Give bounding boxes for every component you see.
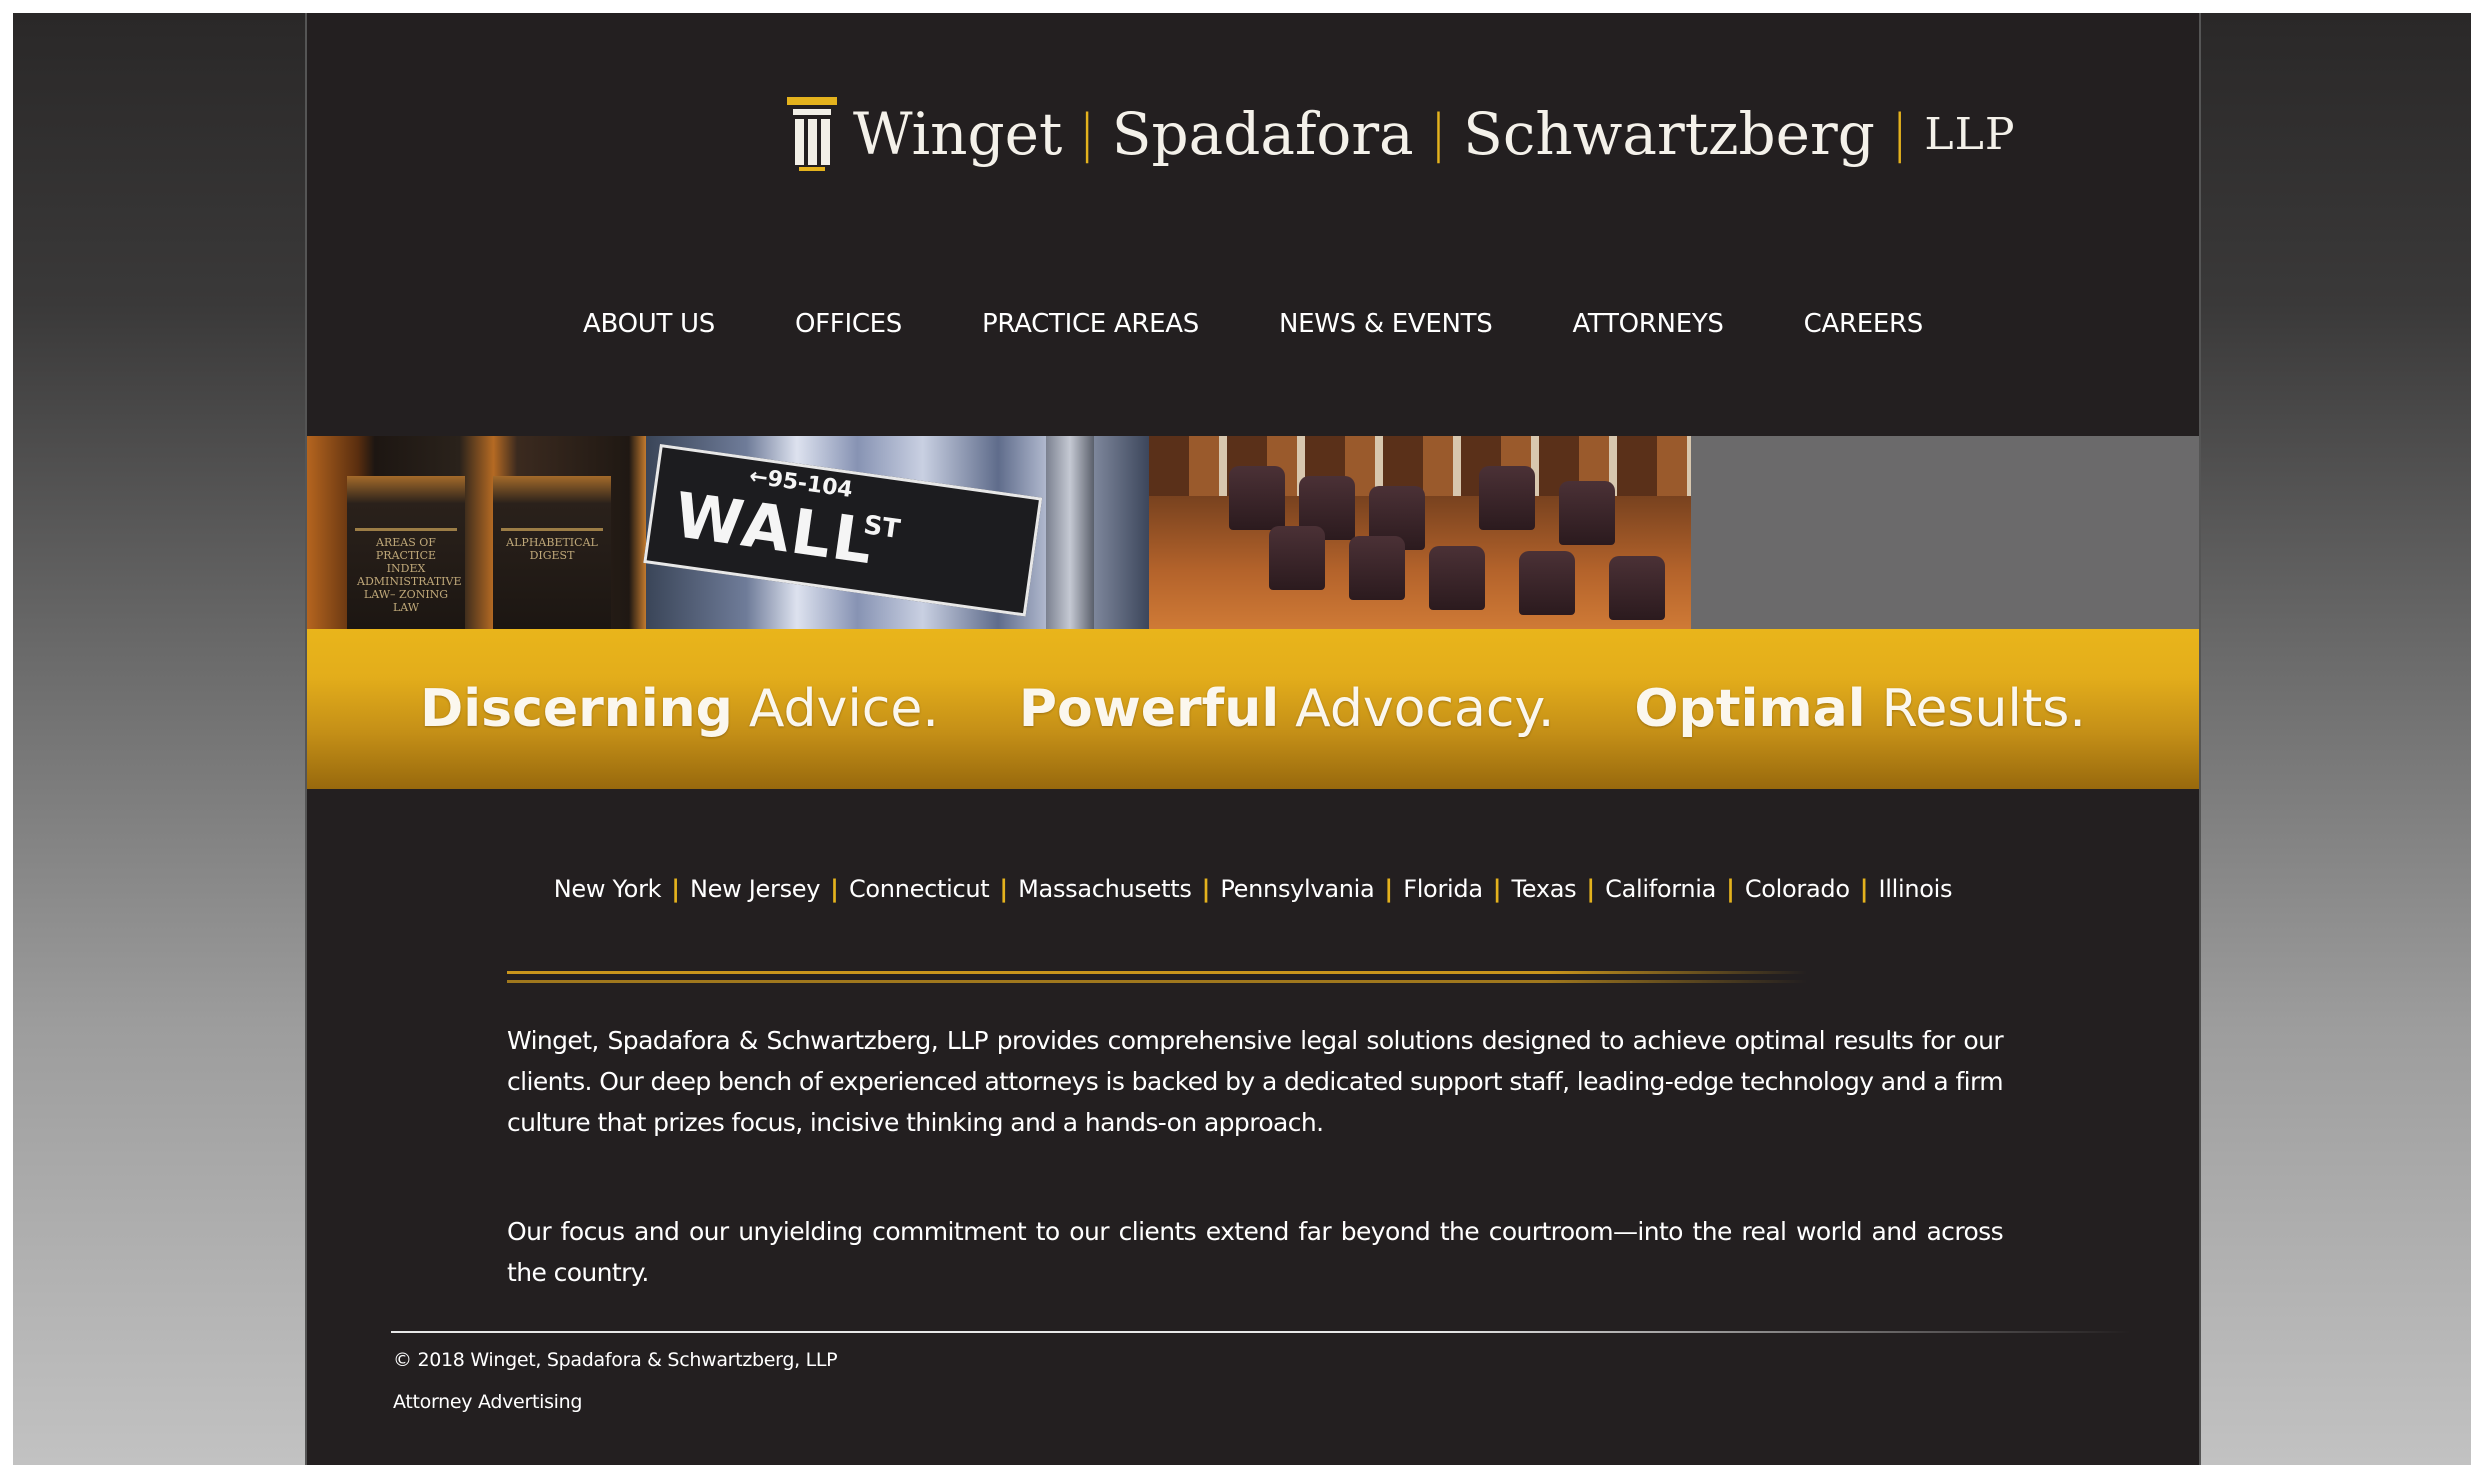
nav-about-us[interactable]: ABOUT US	[583, 309, 715, 339]
tagline-bar: Discerning Advice. Powerful Advocacy. Opti…	[307, 629, 2199, 789]
state-separator: |	[1201, 875, 1211, 903]
firm-logo[interactable]: Winget | Spadafora | Schwartzberg | LLP	[787, 89, 2015, 179]
state-separator: |	[671, 875, 680, 903]
chair	[1269, 526, 1325, 590]
chair	[1229, 466, 1285, 530]
tagline-advocacy: Powerful Advocacy.	[1019, 679, 1554, 739]
logo-name-schwartzberg: Schwartzberg	[1463, 100, 1875, 168]
logo-separator: |	[1890, 104, 1909, 164]
office-states-list: New York | New Jersey | Connecticut | Ma…	[307, 875, 2199, 903]
chair	[1609, 556, 1665, 620]
nav-attorneys[interactable]: ATTORNEYS	[1572, 309, 1723, 339]
hero-banner: AREAS OF PRACTICE INDEX ADMINISTRATIVE L…	[307, 436, 2199, 629]
state-california[interactable]: California	[1605, 875, 1716, 903]
logo-name-spadafora: Spadafora	[1111, 100, 1414, 168]
state-separator: |	[999, 875, 1009, 903]
page-container: Winget | Spadafora | Schwartzberg | LLP …	[305, 13, 2201, 1465]
intro-paragraph: Winget, Spadafora & Schwartzberg, LLP pr…	[507, 1026, 2004, 1137]
state-connecticut[interactable]: Connecticut	[849, 875, 990, 903]
nav-careers[interactable]: CAREERS	[1804, 309, 1924, 339]
tagline-advice-rest: Advice.	[748, 679, 939, 739]
state-texas[interactable]: Texas	[1512, 875, 1577, 903]
tagline-advocacy-bold: Powerful	[1018, 679, 1280, 739]
browser-viewport: Winget | Spadafora | Schwartzberg | LLP …	[13, 13, 2471, 1465]
law-books-image: AREAS OF PRACTICE INDEX ADMINISTRATIVE L…	[307, 436, 646, 629]
state-new-jersey[interactable]: New Jersey	[690, 875, 820, 903]
law-book: ALPHABETICAL DIGEST	[493, 476, 611, 629]
gold-divider	[507, 980, 1807, 983]
state-massachusetts[interactable]: Massachusetts	[1018, 875, 1192, 903]
state-separator: |	[1859, 875, 1869, 903]
state-separator: |	[1492, 875, 1502, 903]
tagline-results: Optimal Results.	[1634, 679, 2086, 739]
law-book: AREAS OF PRACTICE INDEX ADMINISTRATIVE L…	[347, 476, 465, 629]
state-illinois[interactable]: Illinois	[1879, 875, 1953, 903]
logo-separator: |	[1078, 104, 1096, 164]
nav-news-events[interactable]: NEWS & EVENTS	[1279, 309, 1493, 339]
nav-offices[interactable]: OFFICES	[795, 309, 902, 339]
sign-pole	[1046, 436, 1094, 629]
state-colorado[interactable]: Colorado	[1745, 875, 1850, 903]
footer-attorney-advertising[interactable]: Attorney Advertising	[393, 1391, 582, 1413]
chair	[1559, 481, 1615, 545]
column-logo-icon	[787, 97, 837, 171]
chair	[1479, 466, 1535, 530]
wall-street-sign-image: ←95-104 WALL ST	[643, 436, 1149, 629]
main-nav: ABOUT US OFFICES PRACTICE AREAS NEWS & E…	[307, 309, 2199, 339]
state-pennsylvania[interactable]: Pennsylvania	[1220, 875, 1374, 903]
tagline-advice: Discerning Advice.	[420, 679, 939, 739]
tagline-advocacy-rest: Advocacy.	[1295, 679, 1555, 739]
state-separator: |	[1586, 875, 1596, 903]
nav-practice-areas[interactable]: PRACTICE AREAS	[982, 309, 1199, 339]
tagline-advice-bold: Discerning	[420, 679, 733, 739]
footer-copyright: © 2018 Winget, Spadafora & Schwartzberg,…	[393, 1349, 838, 1371]
logo-name-winget: Winget	[853, 100, 1063, 168]
book-label: AREAS OF PRACTICE INDEX ADMINISTRATIVE L…	[357, 536, 462, 614]
footer-divider	[391, 1331, 2131, 1333]
chair	[1519, 551, 1575, 615]
state-separator: |	[1726, 875, 1735, 903]
street-sign: ←95-104 WALL ST	[643, 444, 1043, 617]
tagline-results-bold: Optimal	[1634, 679, 1866, 739]
state-florida[interactable]: Florida	[1403, 875, 1483, 903]
state-new-york[interactable]: New York	[554, 875, 662, 903]
book-label: ALPHABETICAL DIGEST	[506, 536, 598, 562]
logo-llp: LLP	[1924, 108, 2016, 160]
logo-separator: |	[1429, 104, 1448, 164]
tagline-results-rest: Results.	[1881, 679, 2086, 739]
courtroom-chairs-image	[1149, 436, 1691, 629]
chair	[1429, 546, 1485, 610]
gold-divider	[507, 971, 1807, 974]
state-separator: |	[1384, 875, 1394, 903]
chair	[1349, 536, 1405, 600]
sign-suffix: ST	[861, 510, 902, 546]
commitment-paragraph: Our focus and our unyielding commitment …	[507, 1217, 2004, 1287]
state-separator: |	[830, 875, 839, 903]
